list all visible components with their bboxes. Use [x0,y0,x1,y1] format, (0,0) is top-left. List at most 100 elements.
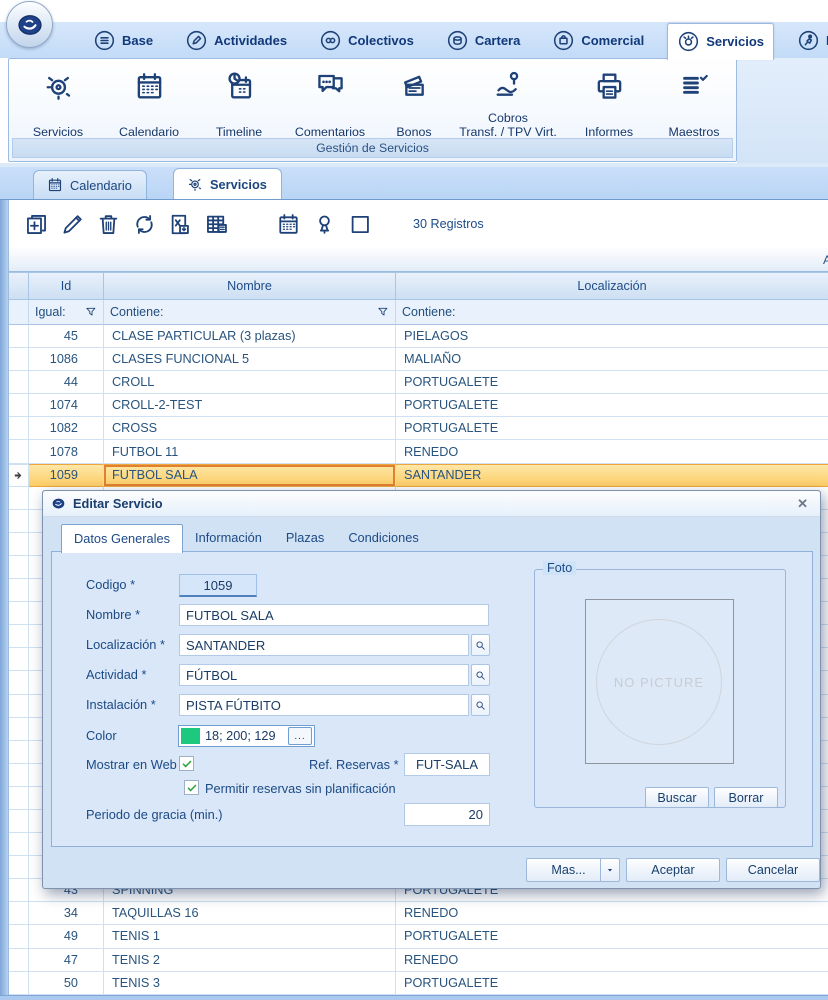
cell-localizacion[interactable]: PORTUGALETE [396,417,828,440]
actividad-field[interactable]: FÚTBOL [179,664,469,686]
cell-nombre[interactable]: TENIS 1 [104,925,396,948]
cell-id[interactable]: 45 [29,325,104,348]
cell-localizacion[interactable]: PORTUGALETE [396,925,828,948]
ribbon-tab-cartera[interactable]: Cartera [437,24,530,57]
cell-id[interactable]: 1078 [29,440,104,463]
ribbon-item-calendario[interactable]: Calendario [101,63,197,139]
column-header-nombre[interactable]: Nombre [104,272,396,300]
cell-localizacion[interactable]: PORTUGALETE [396,394,828,417]
cell-localizacion[interactable]: MALIAÑO [396,348,828,371]
ribbon-tab-base[interactable]: Base [84,24,162,57]
cell-nombre[interactable]: CLASE PARTICULAR (3 plazas) [104,325,396,348]
table-row[interactable]: 1078FUTBOL 11RENEDO [9,440,828,463]
cell-localizacion[interactable]: RENEDO [396,440,828,463]
table-row[interactable]: 34TAQUILLAS 16RENEDO [9,902,828,925]
buscar-button[interactable]: Buscar [645,787,709,808]
column-header-localizaci-n[interactable]: Localización [396,272,828,300]
cell-id[interactable]: 44 [29,371,104,394]
cell-nombre[interactable]: CROLL [104,371,396,394]
cell-id[interactable]: 1074 [29,394,104,417]
ribbon-tab-servicios[interactable]: Servicios [667,23,774,60]
permitir-reservas-checkbox[interactable] [184,780,199,795]
table-row[interactable]: 45CLASE PARTICULAR (3 plazas)PIELAGOS [9,325,828,348]
ribbon-item-bonos[interactable]: Bonos [379,63,449,139]
export-excel-button[interactable] [167,211,194,238]
cell-nombre[interactable]: TAQUILLAS 16 [104,902,396,925]
cell-localizacion[interactable]: PORTUGALETE [396,371,828,394]
localizacion-search-button[interactable] [471,634,490,656]
cell-localizacion[interactable]: PIELAGOS [396,325,828,348]
edit-record-button[interactable] [59,211,86,238]
ribbon-item-comentarios[interactable]: Comentarios [281,63,379,139]
dialog-tab-datos-generales[interactable]: Datos Generales [61,524,183,553]
filter-funnel-icon[interactable] [376,305,390,319]
ribbon-item-maestros[interactable]: Maestros [651,63,737,139]
cell-nombre[interactable]: TENIS 3 [104,972,396,995]
cell-nombre[interactable]: CROLL-2-TEST [104,394,396,417]
table-row[interactable]: 1086CLASES FUNCIONAL 5MALIAÑO [9,348,828,371]
calendar-view-button[interactable] [275,211,302,238]
table-row[interactable]: 49TENIS 1PORTUGALETE [9,925,828,948]
service-pin-button[interactable] [311,211,338,238]
new-record-button[interactable] [23,211,50,238]
table-row[interactable]: 47TENIS 2RENEDO [9,949,828,972]
ref-reservas-field[interactable]: FUT-SALA [404,753,490,776]
column-chooser-button[interactable] [203,211,230,238]
cell-localizacion[interactable]: SANTANDER [396,464,828,487]
ribbon-tab-actividades[interactable]: Actividades [176,24,296,57]
cell-nombre[interactable]: CROSS [104,417,396,440]
mostrar-web-checkbox[interactable] [179,756,194,771]
cell-localizacion[interactable]: PORTUGALETE [396,972,828,995]
table-row[interactable]: 50TENIS 3PORTUGALETE [9,972,828,995]
ribbon-tab-rutinas[interactable]: Rutinas [788,24,828,57]
cell-nombre[interactable]: CLASES FUNCIONAL 5 [104,348,396,371]
document-tab-servicios[interactable]: Servicios [173,168,282,199]
cell-nombre[interactable]: FUTBOL SALA [104,464,396,487]
ribbon-item-informes[interactable]: Informes [567,63,651,139]
aceptar-button[interactable]: Aceptar [626,858,720,882]
cell-nombre[interactable]: TENIS 2 [104,949,396,972]
filter-cell-localizaci-n[interactable]: Contiene: [396,300,828,325]
ribbon-tab-comercial[interactable]: Comercial [543,24,653,57]
ribbon-item-cobros[interactable]: Cobros Transf. / TPV Virt. [449,63,567,139]
table-row[interactable]: 1082CROSSPORTUGALETE [9,417,828,440]
instalacion-field[interactable]: PISTA FÚTBITO [179,694,469,716]
dialog-tab-plazas[interactable]: Plazas [274,524,336,552]
cancelar-button[interactable]: Cancelar [726,858,820,882]
group-by-panel[interactable]: A [9,248,828,272]
localizacion-field[interactable]: SANTANDER [179,634,469,656]
mas-button[interactable]: Mas... [526,858,620,882]
instalacion-search-button[interactable] [471,694,490,716]
filter-cell-id[interactable]: Igual: [29,300,104,325]
dialog-titlebar[interactable]: Editar Servicio ✕ [43,491,820,517]
cell-id[interactable]: 47 [29,949,104,972]
table-row[interactable]: 1059FUTBOL SALASANTANDER [9,464,828,487]
nombre-field[interactable]: FUTBOL SALA [179,604,489,626]
cell-id[interactable]: 1086 [29,348,104,371]
cell-localizacion[interactable]: RENEDO [396,902,828,925]
delete-record-button[interactable] [95,211,122,238]
periodo-gracia-field[interactable]: 20 [404,803,490,826]
refresh-button[interactable] [131,211,158,238]
cell-id[interactable]: 34 [29,902,104,925]
actividad-search-button[interactable] [471,664,490,686]
borrar-button[interactable]: Borrar [714,787,778,808]
cell-id[interactable]: 1059 [29,464,104,487]
table-row[interactable]: 44CROLLPORTUGALETE [9,371,828,394]
document-tab-calendario[interactable]: Calendario [33,170,147,199]
ribbon-item-timeline[interactable]: Timeline [197,63,281,139]
cell-nombre[interactable]: FUTBOL 11 [104,440,396,463]
cell-id[interactable]: 50 [29,972,104,995]
chevron-down-icon[interactable] [600,859,619,881]
ribbon-tab-colectivos[interactable]: Colectivos [310,24,423,57]
dialog-tab-condiciones[interactable]: Condiciones [336,524,430,552]
table-row[interactable]: 1074CROLL-2-TESTPORTUGALETE [9,394,828,417]
selection-square-button[interactable] [347,211,374,238]
filter-funnel-icon[interactable] [84,305,98,319]
app-menu-button[interactable] [6,1,53,48]
dialog-tab-informaci-n[interactable]: Información [183,524,274,552]
cell-localizacion[interactable]: RENEDO [396,949,828,972]
column-header-id[interactable]: Id [29,272,104,300]
color-picker-button[interactable]: ... [288,727,312,745]
color-field[interactable]: 18; 200; 129 ... [178,725,315,747]
